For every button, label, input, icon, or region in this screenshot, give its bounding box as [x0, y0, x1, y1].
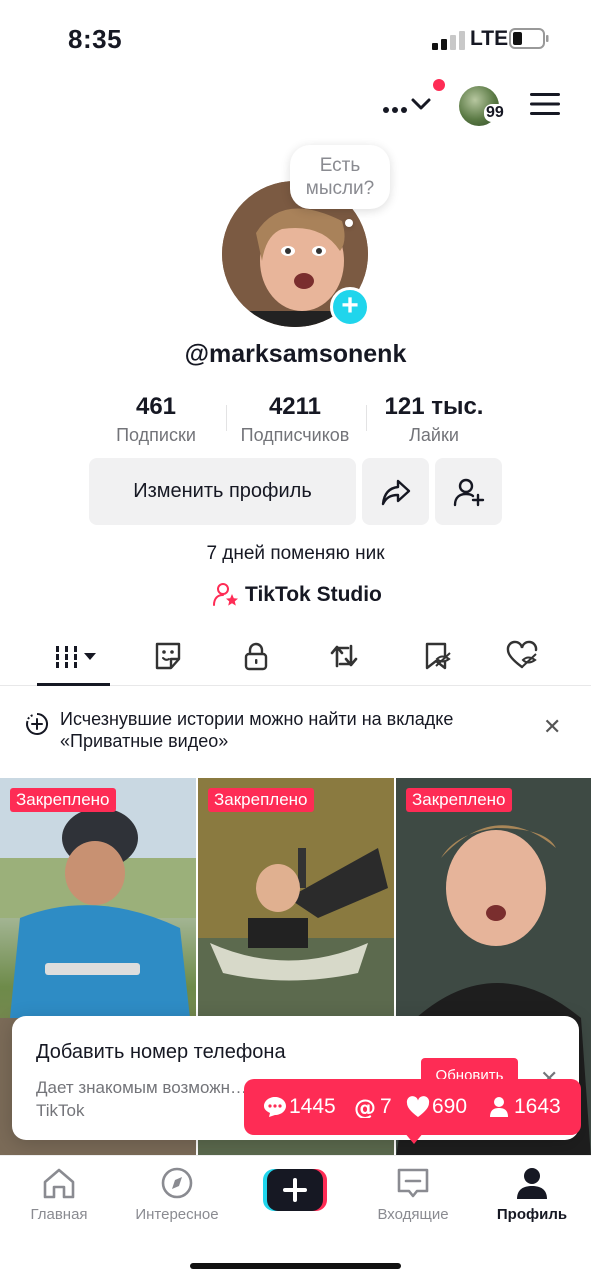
bottom-nav: Главная Интересное Входящие Профиль — [0, 1155, 591, 1280]
tab-stickers[interactable] — [138, 628, 198, 684]
story-avatar-count: 99 — [484, 104, 506, 122]
mention-icon: @ — [354, 1096, 376, 1118]
inbox-icon — [397, 1168, 429, 1198]
account-switch-icon[interactable] — [380, 88, 436, 124]
status-bar: 8:35 LTE — [0, 0, 591, 78]
battery-icon — [509, 28, 549, 49]
edit-profile-button[interactable]: Изменить профиль — [89, 458, 356, 525]
add-user-icon — [453, 478, 485, 507]
nav-home[interactable]: Главная — [4, 1166, 114, 1226]
lock-icon — [244, 642, 268, 671]
nav-profile-label: Профиль — [496, 1206, 568, 1223]
nav-home-label: Главная — [30, 1206, 88, 1223]
tab-private[interactable] — [226, 628, 286, 684]
signal-icon — [432, 31, 465, 50]
pinned-badge: Закреплено — [406, 788, 512, 812]
profile-stats: 461 Подписки 4211 Подписчиков 121 тыс. Л… — [0, 392, 591, 452]
stat-followers-label: Подписчиков — [240, 425, 350, 445]
story-plus-icon — [26, 712, 49, 735]
add-story-button[interactable]: + — [330, 287, 370, 327]
share-profile-button[interactable] — [362, 458, 429, 525]
profile-bio: 7 дней поменяю ник — [206, 543, 385, 564]
activity-followers-count: 1643 — [514, 1095, 561, 1118]
notice-text: Исчезнувшие истории можно найти на вклад… — [60, 709, 454, 751]
thought-line2: мысли? — [305, 178, 375, 199]
stat-likes[interactable]: 121 тыс. Лайки — [364, 392, 504, 448]
studio-label: TikTok Studio — [245, 583, 382, 606]
compass-icon — [161, 1167, 193, 1199]
grid-icon — [55, 646, 96, 668]
stat-divider — [226, 405, 227, 431]
studio-icon — [213, 583, 238, 606]
stat-following[interactable]: 461 Подписки — [86, 392, 226, 448]
pinned-badge: Закреплено — [208, 788, 314, 812]
stat-divider — [366, 405, 367, 431]
thought-bubble-dot — [345, 219, 353, 227]
stat-likes-label: Лайки — [409, 425, 459, 445]
stat-followers-value: 4211 — [268, 393, 322, 420]
add-phone-title: Добавить номер телефона — [36, 1041, 286, 1063]
tab-favorites[interactable] — [406, 628, 466, 684]
home-indicator — [190, 1263, 401, 1269]
stat-followers[interactable]: 4211 Подписчиков — [225, 392, 365, 448]
sticker-icon — [155, 642, 181, 670]
close-icon[interactable]: ✕ — [543, 714, 561, 740]
add-phone-subtitle: Дает знакомым возможн… TikTok — [36, 1078, 248, 1120]
create-button[interactable] — [263, 1169, 327, 1211]
heart-hidden-icon — [506, 640, 538, 669]
activity-popup[interactable]: 1445 @ 7 690 1643 — [244, 1079, 581, 1135]
heart-icon — [406, 1096, 430, 1117]
tab-videos[interactable] — [40, 628, 110, 684]
nav-inbox-label: Входящие — [377, 1206, 449, 1223]
stat-following-value: 461 — [135, 393, 177, 420]
nav-explore-label: Интересное — [135, 1206, 219, 1223]
thought-line1: Есть — [319, 155, 361, 176]
home-icon — [43, 1168, 75, 1199]
pinned-badge: Закреплено — [10, 788, 116, 812]
username: @marksamsonenk — [184, 340, 407, 368]
activity-likes-count: 690 — [432, 1095, 468, 1118]
activity-mentions-count: 7 — [380, 1095, 392, 1118]
bookmark-hidden-icon — [425, 642, 451, 670]
nav-explore[interactable]: Интересное — [122, 1166, 232, 1226]
profile-icon — [517, 1168, 547, 1199]
network-type: LTE — [470, 27, 509, 50]
status-time: 8:35 — [68, 24, 123, 54]
nav-inbox[interactable]: Входящие — [358, 1166, 468, 1226]
tab-liked[interactable] — [492, 628, 552, 684]
add-friend-button[interactable] — [435, 458, 502, 525]
stat-following-label: Подписки — [116, 425, 196, 445]
plus-icon — [263, 1169, 327, 1211]
profile-tabs — [0, 628, 591, 686]
person-icon — [490, 1097, 508, 1117]
notification-dot — [433, 79, 445, 91]
share-icon — [381, 479, 411, 506]
activity-popup-arrow — [404, 1132, 424, 1144]
nav-profile[interactable]: Профиль — [477, 1166, 587, 1226]
menu-icon[interactable] — [530, 92, 560, 116]
comment-icon — [264, 1097, 286, 1117]
stories-notice: Исчезнувшие истории можно найти на вклад… — [0, 696, 591, 772]
svg-text:@: @ — [354, 1096, 376, 1118]
repost-icon — [330, 644, 358, 668]
activity-comments-count: 1445 — [289, 1095, 336, 1118]
active-tab-indicator — [37, 683, 110, 686]
thought-bubble[interactable]: Есть мысли? — [290, 145, 390, 209]
stat-likes-value: 121 тыс. — [384, 393, 484, 420]
tab-reposts[interactable] — [314, 628, 374, 684]
